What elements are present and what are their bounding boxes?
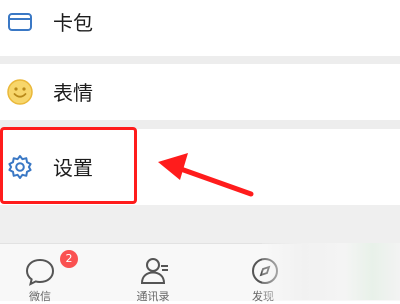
menu-item-label: 卡包 — [53, 11, 93, 35]
tab-contacts[interactable]: 通讯录 — [118, 244, 188, 303]
section-gap — [0, 205, 400, 243]
gear-icon — [6, 153, 34, 181]
blurred-region — [262, 243, 400, 300]
menu-item-label: 设置 — [53, 156, 93, 180]
emoji-icon — [6, 78, 34, 106]
tab-label: 通讯录 — [136, 290, 170, 303]
menu-item-label: 表情 — [53, 81, 93, 105]
unread-badge: 2 — [60, 250, 78, 268]
contacts-icon — [138, 254, 172, 288]
tab-label: 微信 — [29, 290, 51, 303]
menu-item-stickers[interactable]: 表情 — [0, 64, 400, 120]
chat-bubble-icon — [23, 254, 57, 288]
divider — [0, 120, 400, 129]
card-icon — [6, 8, 34, 36]
divider — [0, 56, 400, 64]
arrow-annotation-icon — [158, 153, 254, 197]
menu-item-card-wallet[interactable]: 卡包 — [0, 0, 400, 48]
tab-chats[interactable]: 2 微信 — [5, 244, 78, 303]
